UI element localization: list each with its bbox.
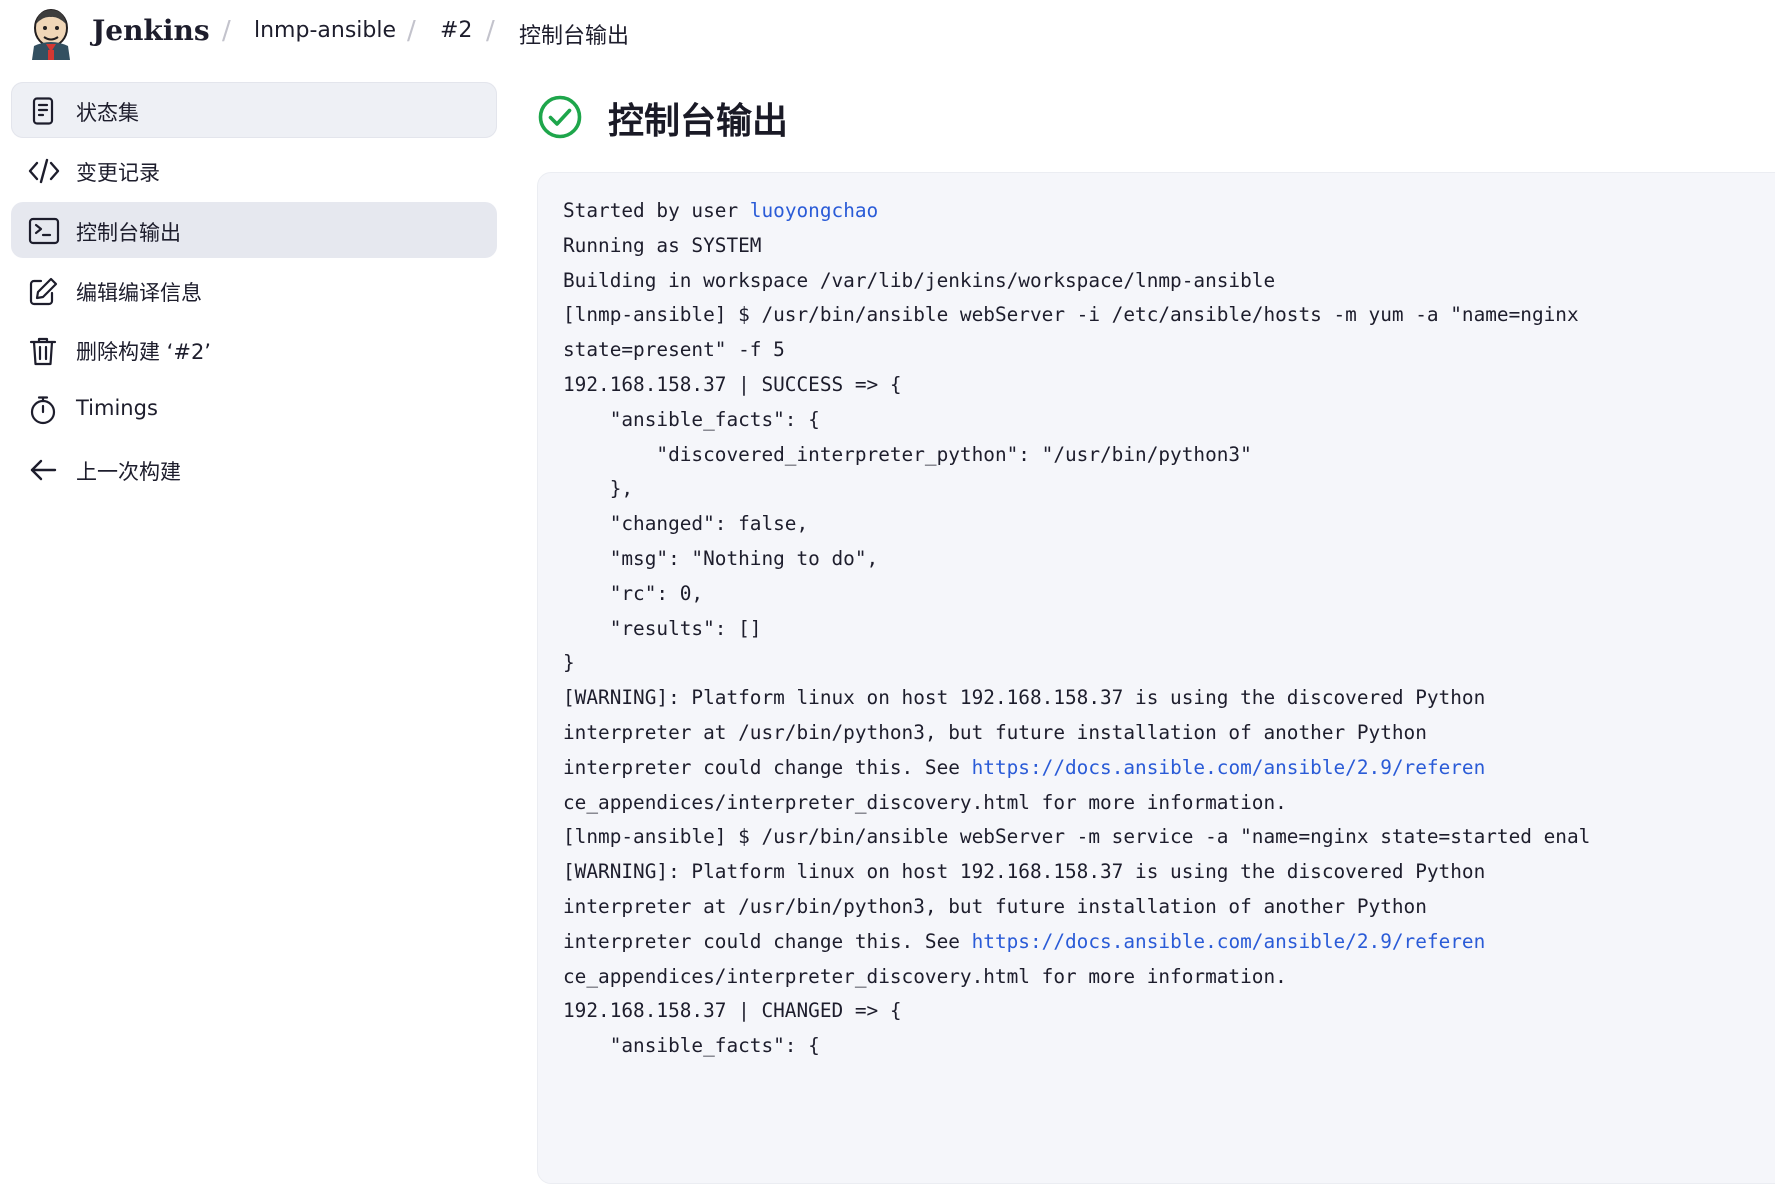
success-check-icon — [538, 95, 582, 139]
trash-icon — [28, 335, 58, 366]
console-line: interpreter at /usr/bin/python3, but fut… — [563, 890, 1590, 925]
sidebar-item-edit-build-info[interactable]: 编辑编译信息 — [11, 262, 497, 318]
console-link[interactable]: https://docs.ansible.com/ansible/2.9/ref… — [972, 756, 1486, 779]
console-text: [lnmp-ansible] $ /usr/bin/ansible webSer… — [563, 825, 1591, 849]
sidebar-item-label: Timings — [76, 396, 158, 420]
breadcrumb-current[interactable]: 控制台输出 — [519, 18, 629, 50]
console-text: }, — [563, 477, 634, 501]
top-bar: Jenkins / lnmp-ansible / #2 / 控制台输出 — [0, 0, 1775, 66]
edit-icon — [28, 276, 58, 306]
console-log: Started by user luoyongchao Running as SY… — [563, 194, 1590, 1064]
console-text: Started by user — [563, 199, 750, 222]
console-text: ce_appendices/interpreter_discovery.html… — [563, 790, 1287, 814]
console-link[interactable]: https://docs.ansible.com/ansible/2.9/ref… — [972, 930, 1486, 953]
sidebar-item-label: 控制台输出 — [76, 221, 181, 245]
sidebar-item-previous-build[interactable]: 上一次构建 — [11, 441, 497, 497]
sidebar-item-label: 变更记录 — [76, 161, 160, 185]
console-line: "rc": 0, — [563, 577, 1590, 612]
console-line: ce_appendices/interpreter_discovery.html… — [563, 786, 1590, 821]
sidebar-item-changes[interactable]: 变更记录 — [11, 142, 497, 198]
console-text: interpreter at /usr/bin/python3, but fut… — [563, 894, 1427, 918]
sidebar-item-label: 删除构建 ‘#2’ — [76, 340, 211, 364]
sidebar-item-label: 状态集 — [76, 101, 139, 125]
console-text: "discovered_interpreter_python": "/usr/b… — [563, 442, 1252, 466]
breadcrumb-separator: / — [407, 16, 416, 46]
terminal-icon — [28, 216, 60, 246]
console-text: "ansible_facts": { — [563, 1034, 820, 1058]
console-line: interpreter at /usr/bin/python3, but fut… — [563, 716, 1590, 751]
console-text: "changed": false, — [563, 512, 809, 536]
console-line: Building in workspace /var/lib/jenkins/w… — [563, 264, 1590, 299]
console-text: Running as SYSTEM — [563, 233, 762, 257]
arrow-left-icon — [28, 455, 58, 485]
console-text: 192.168.158.37 | SUCCESS => { — [563, 372, 902, 396]
sidebar-item-timings[interactable]: Timings — [11, 381, 497, 437]
console-line: "results": [] — [563, 612, 1590, 647]
console-text: interpreter could change this. See — [563, 755, 972, 779]
console-text: 192.168.158.37 | CHANGED => { — [563, 999, 902, 1023]
sidebar-item-status[interactable]: 状态集 — [11, 82, 497, 138]
console-text: [WARNING]: Platform linux on host 192.16… — [563, 860, 1486, 884]
console-line: Running as SYSTEM — [563, 229, 1590, 264]
sidebar-item-console-output[interactable]: 控制台输出 — [11, 202, 497, 258]
console-text: "ansible_facts": { — [563, 407, 820, 431]
console-line: [lnmp-ansible] $ /usr/bin/ansible webSer… — [563, 820, 1590, 855]
console-line: [WARNING]: Platform linux on host 192.16… — [563, 681, 1590, 716]
console-line: 192.168.158.37 | SUCCESS => { — [563, 368, 1590, 403]
console-line: "changed": false, — [563, 507, 1590, 542]
console-text: interpreter at /usr/bin/python3, but fut… — [563, 720, 1427, 744]
console-link[interactable]: luoyongchao — [750, 199, 878, 222]
console-line: interpreter could change this. See https… — [563, 751, 1590, 786]
sidebar-item-delete-build[interactable]: 删除构建 ‘#2’ — [11, 321, 497, 377]
console-line: "ansible_facts": { — [563, 1029, 1590, 1064]
breadcrumb-separator: / — [222, 16, 231, 46]
console-text: [lnmp-ansible] $ /usr/bin/ansible webSer… — [563, 303, 1579, 327]
console-line: "ansible_facts": { — [563, 403, 1590, 438]
sidebar-item-label: 编辑编译信息 — [76, 281, 202, 305]
console-line: ce_appendices/interpreter_discovery.html… — [563, 960, 1590, 995]
console-text: ce_appendices/interpreter_discovery.html… — [563, 964, 1287, 988]
breadcrumb-build[interactable]: #2 — [440, 18, 472, 43]
console-text: interpreter could change this. See — [563, 929, 972, 953]
stopwatch-icon — [28, 395, 58, 425]
brand-name[interactable]: Jenkins — [92, 14, 210, 47]
console-line: 192.168.158.37 | CHANGED => { — [563, 994, 1590, 1029]
sidebar-item-label: 上一次构建 — [76, 460, 181, 484]
console-line: [WARNING]: Platform linux on host 192.16… — [563, 855, 1590, 890]
page-title: 控制台输出 — [608, 101, 789, 142]
breadcrumb-separator: / — [486, 16, 495, 46]
console-line: [lnmp-ansible] $ /usr/bin/ansible webSer… — [563, 298, 1590, 333]
console-text: "results": [] — [563, 616, 762, 640]
console-output-panel[interactable]: Started by user luoyongchao Running as SY… — [537, 172, 1775, 1184]
console-line: }, — [563, 472, 1590, 507]
console-text: "msg": "Nothing to do", — [563, 546, 879, 570]
console-line: "discovered_interpreter_python": "/usr/b… — [563, 438, 1590, 473]
console-text: [WARNING]: Platform linux on host 192.16… — [563, 686, 1486, 710]
console-text: "rc": 0, — [563, 581, 704, 605]
console-text: } — [563, 651, 575, 675]
console-text: state=present" -f 5 — [563, 338, 785, 362]
document-icon — [28, 96, 58, 126]
console-line: } — [563, 646, 1590, 681]
console-text: Building in workspace /var/lib/jenkins/w… — [563, 268, 1276, 292]
console-line: Started by user luoyongchao — [563, 194, 1590, 229]
console-line: state=present" -f 5 — [563, 333, 1590, 368]
breadcrumb-job[interactable]: lnmp-ansible — [254, 18, 396, 43]
console-line: "msg": "Nothing to do", — [563, 542, 1590, 577]
code-icon — [28, 156, 60, 186]
console-line: interpreter could change this. See https… — [563, 925, 1590, 960]
jenkins-logo-icon[interactable] — [28, 6, 74, 60]
